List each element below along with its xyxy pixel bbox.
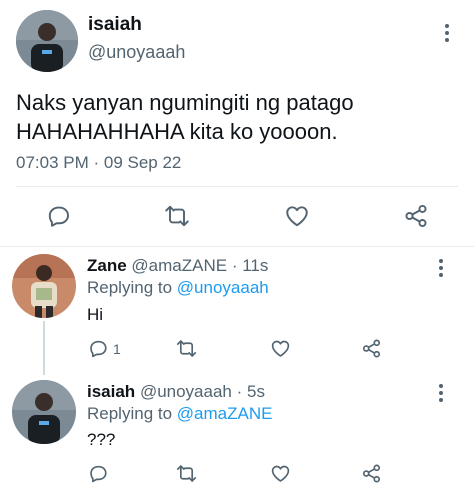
tweet-text: Naks yanyan ngumingiti ng patago HAHAHAH… [16, 88, 354, 146]
reply-time: · 5s [236, 382, 265, 401]
replying-to-label: Replying to [87, 404, 173, 423]
reply-avatar[interactable] [12, 380, 76, 444]
reply-avatar[interactable] [12, 254, 76, 318]
like-icon[interactable] [270, 463, 291, 484]
reply-icon[interactable] [88, 338, 109, 359]
replying-to-mention[interactable]: @amaZANE [177, 404, 273, 423]
retweet-icon[interactable] [175, 338, 198, 359]
reply-display-name[interactable]: Zane [87, 256, 127, 275]
retweet-icon[interactable] [163, 203, 191, 229]
replying-to-mention[interactable]: @unoyaaah [177, 278, 269, 297]
divider [0, 246, 474, 247]
tweet-text-line: HAHAHAHHAHA kita ko yoooon. [16, 119, 338, 144]
share-icon[interactable] [403, 203, 429, 229]
share-icon[interactable] [361, 338, 382, 359]
like-icon[interactable] [284, 203, 310, 229]
tweet-text-line: Naks yanyan ngumingiti ng patago [16, 90, 354, 115]
divider [16, 186, 458, 187]
author-handle[interactable]: @unoyaaah [88, 42, 185, 63]
author-avatar[interactable] [16, 10, 78, 72]
reply-display-name[interactable]: isaiah [87, 382, 135, 401]
thread-connector [43, 321, 45, 375]
reply-icon[interactable] [46, 203, 72, 229]
reply-handle[interactable]: @amaZANE [131, 256, 227, 275]
reply-time: · 11s [231, 256, 269, 275]
more-options-icon[interactable] [437, 259, 445, 277]
avatar-photo [16, 10, 78, 72]
reply-header: Zane @amaZANE · 11s [87, 256, 268, 276]
replying-to-line: Replying to @amaZANE [87, 404, 272, 424]
share-icon[interactable] [361, 463, 382, 484]
retweet-icon[interactable] [175, 463, 198, 484]
reply-text: ??? [87, 430, 116, 449]
more-options-icon[interactable] [443, 24, 451, 42]
reply-handle[interactable]: @unoyaaah [140, 382, 232, 401]
avatar-photo [12, 380, 76, 444]
avatar-photo [12, 254, 76, 318]
reply-icon[interactable] [88, 463, 109, 484]
more-options-icon[interactable] [437, 384, 445, 402]
author-display-name[interactable]: isaiah [88, 14, 142, 36]
like-icon[interactable] [270, 338, 291, 359]
reply-header: isaiah @unoyaaah · 5s [87, 382, 265, 402]
reply-text: Hi [87, 305, 104, 324]
reply-count: 1 [113, 341, 121, 357]
tweet-timestamp[interactable]: 07:03 PM · 09 Sep 22 [16, 153, 181, 173]
replying-to-label: Replying to [87, 278, 173, 297]
replying-to-line: Replying to @unoyaaah [87, 278, 269, 298]
